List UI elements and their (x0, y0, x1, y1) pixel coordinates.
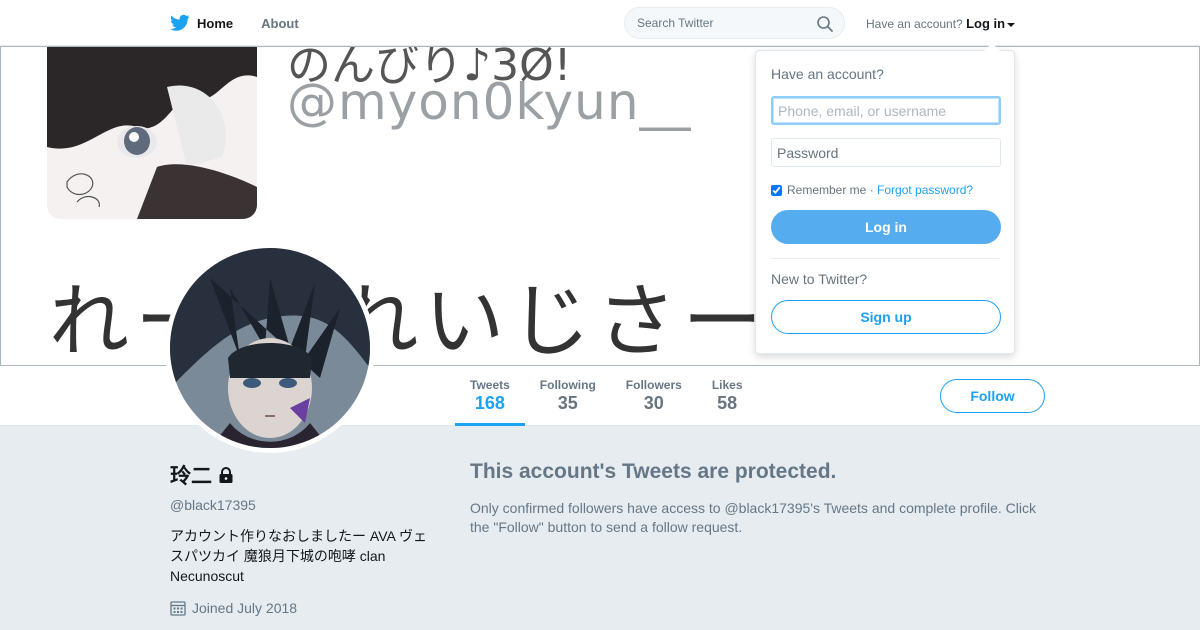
follow-button[interactable]: Follow (940, 379, 1045, 413)
avatar-image (170, 248, 370, 448)
login-link-label: Log in (966, 16, 1006, 31)
nav-home-label: Home (197, 15, 234, 31)
protected-title: This account's Tweets are protected. (470, 460, 837, 483)
dropdown-divider (771, 258, 999, 259)
signup-button[interactable]: Sign up (771, 300, 1001, 334)
stat-likes[interactable]: Likes 58 (697, 366, 758, 426)
top-navigation-bar: Home About Have an account? Log in (0, 0, 1200, 46)
stat-following[interactable]: Following 35 (525, 366, 611, 426)
profile-joined: Joined July 2018 (170, 600, 440, 616)
profile-name-row: 玲二 (170, 460, 440, 490)
stat-value: 30 (643, 393, 664, 413)
dropdown-arrow (984, 43, 1000, 51)
twitter-bird-icon (170, 14, 190, 31)
banner-illustration (47, 47, 257, 219)
search-box (624, 7, 845, 39)
remember-me-label: Remember me (787, 183, 867, 197)
stat-value: 58 (717, 393, 738, 413)
nav-about-link[interactable]: About (261, 16, 299, 31)
stat-value: 35 (557, 393, 578, 413)
remember-row: Remember me · Forgot password? (771, 183, 999, 197)
calendar-icon (170, 601, 186, 616)
lock-icon (219, 467, 233, 483)
stat-label: Tweets (470, 378, 510, 392)
caret-down-icon (1007, 22, 1016, 27)
login-button[interactable]: Log in (771, 210, 1001, 244)
stat-followers[interactable]: Followers 30 (611, 366, 697, 426)
stat-value: 168 (474, 393, 505, 413)
nav-links: Home About (170, 0, 327, 46)
login-dropdown-toggle[interactable]: Log in (966, 16, 1016, 31)
profile-bio: アカウント作りなおしましたー AVA ヴェスパツカイ 魔狼月下城の咆哮 clan… (170, 528, 427, 584)
joined-date: Joined July 2018 (192, 600, 298, 616)
stat-tweets[interactable]: Tweets 168 (455, 366, 525, 426)
login-dropdown: Have an account? Remember me · Forgot pa… (755, 43, 1015, 354)
password-field[interactable] (771, 138, 1001, 167)
protected-notice: This account's Tweets are protected. Onl… (470, 460, 1050, 537)
stat-label: Likes (711, 378, 743, 392)
banner-handle-text: @myon0kyun__ (287, 73, 692, 131)
nav-home-link[interactable]: Home (170, 14, 233, 32)
login-dropdown-title: Have an account? (771, 66, 884, 82)
banner-bottom-text: れーじ れいじさー (49, 275, 769, 366)
banner-character-image (47, 47, 257, 219)
have-account-text: Have an account? (866, 17, 963, 31)
nav-about-label: About (261, 15, 299, 31)
search-input[interactable] (625, 8, 805, 38)
forgot-password-link[interactable]: Forgot password? (877, 183, 973, 197)
profile-stats: Tweets 168 Following 35 Followers 30 Lik… (455, 366, 758, 426)
stat-label: Followers (625, 378, 682, 392)
profile-name[interactable]: 玲二 (170, 460, 212, 490)
stat-label: Following (539, 378, 596, 392)
remember-me-checkbox[interactable] (771, 184, 782, 196)
search-icon[interactable] (816, 15, 834, 33)
avatar[interactable] (165, 243, 375, 453)
protected-message: Only confirmed followers have access to … (470, 500, 1037, 535)
new-to-twitter-text: New to Twitter? (771, 271, 868, 287)
profile-card: 玲二 @black17395 アカウント作りなおしましたー AVA ヴェスパツカ… (170, 460, 440, 616)
remember-separator: · (866, 183, 878, 197)
profile-handle[interactable]: @black17395 (170, 497, 440, 513)
username-field[interactable] (771, 96, 1001, 125)
account-prompt: Have an account? Log in (866, 16, 1016, 31)
avatar-character-image (170, 248, 370, 448)
